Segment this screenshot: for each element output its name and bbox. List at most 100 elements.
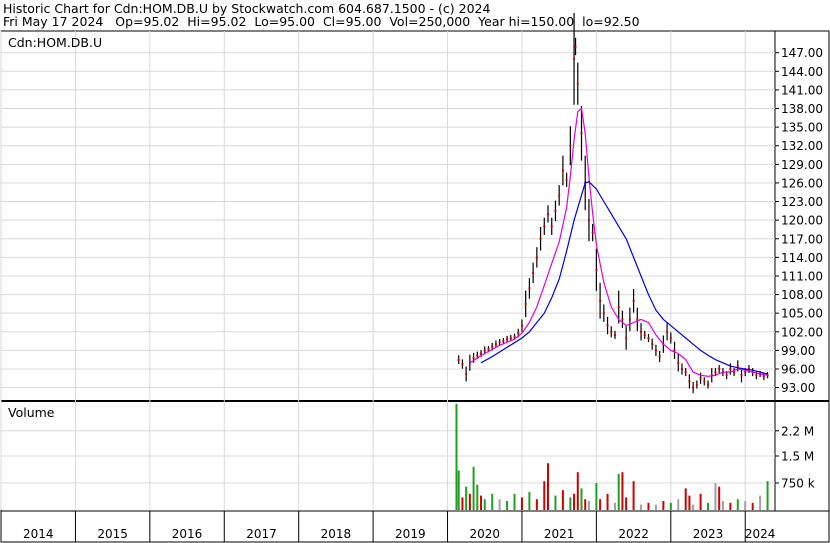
moving-average-line <box>480 181 768 375</box>
price-close-dot <box>472 356 475 359</box>
price-tick-label: 123.00 <box>781 195 823 209</box>
price-close-dot <box>617 305 620 308</box>
price-close-dot <box>591 231 594 234</box>
price-close-dot <box>543 225 546 228</box>
price-close-dot <box>599 299 602 302</box>
price-close-dot <box>647 336 650 339</box>
price-close-dot <box>561 169 564 172</box>
price-close-dot <box>528 287 531 290</box>
price-close-dot <box>476 354 479 357</box>
price-close-dot <box>558 194 561 197</box>
price-volume-chart: 147.00 144.00 141.00 138.00 135.00 132.00 129.… <box>0 13 830 543</box>
price-close-dot <box>654 349 657 352</box>
price-close-dot <box>524 302 527 305</box>
price-close-dot <box>729 367 732 370</box>
price-close-dot <box>506 338 509 341</box>
price-close-dot <box>680 367 683 370</box>
price-close-dot <box>457 358 460 361</box>
price-tick-label: 93.00 <box>781 381 815 395</box>
price-tick-label: 111.00 <box>781 269 823 283</box>
volume-tick-label: 2.2 M <box>781 424 814 438</box>
price-close-dot <box>699 377 702 380</box>
price-tick-label: 147.00 <box>781 46 823 60</box>
price-close-dot <box>461 363 464 366</box>
price-tick-label: 135.00 <box>781 121 823 135</box>
volume-axis-labels: 2.2 M 1.5 M 750 k <box>781 424 815 490</box>
price-close-dot <box>613 333 616 336</box>
price-close-dot <box>498 341 501 344</box>
year-label: 2014 <box>23 527 54 541</box>
year-label: 2018 <box>321 527 352 541</box>
price-close-dot <box>632 299 635 302</box>
price-close-dot <box>547 212 550 215</box>
price-tick-label: 117.00 <box>781 232 823 246</box>
price-close-dot <box>587 219 590 222</box>
price-tick-label: 114.00 <box>781 251 823 265</box>
year-axis-labels: 2014 2015 2016 2017 2018 2019 2020 2021 2022 2023… <box>23 527 775 541</box>
price-tick-label: 105.00 <box>781 307 823 321</box>
price-close-dot <box>573 57 576 60</box>
price-close-dot <box>628 318 631 321</box>
year-label: 2015 <box>97 527 128 541</box>
price-close-dot <box>602 312 605 315</box>
price-close-dot <box>483 349 486 352</box>
price-close-dot <box>550 225 553 228</box>
price-tick-label: 120.00 <box>781 214 823 228</box>
price-close-dot <box>755 374 758 377</box>
price-tick-label: 129.00 <box>781 158 823 172</box>
price-close-dot <box>643 333 646 336</box>
price-close-dot <box>574 45 577 48</box>
year-label: 2017 <box>246 527 277 541</box>
price-close-dot <box>684 371 687 374</box>
price-close-dot <box>640 330 643 333</box>
price-tick-label: 96.00 <box>781 362 815 376</box>
price-close-dot <box>718 367 721 370</box>
price-close-dot <box>491 345 494 348</box>
price-close-dot <box>487 348 490 351</box>
price-panel-title: Cdn:HOM.DB.U <box>8 35 102 50</box>
year-label: 2020 <box>469 527 500 541</box>
price-close-dot <box>707 383 710 386</box>
price-close-dot <box>621 318 624 321</box>
price-tick-label: 102.00 <box>781 325 823 339</box>
price-close-dot <box>625 336 628 339</box>
price-close-dot <box>606 324 609 327</box>
price-close-dot <box>714 371 717 374</box>
price-close-dot <box>658 355 661 358</box>
price-close-dot <box>695 383 698 386</box>
price-close-dot <box>651 343 654 346</box>
price-close-dot <box>677 361 680 364</box>
price-close-dot <box>688 380 691 383</box>
price-close-dot <box>580 132 583 135</box>
price-tick-label: 138.00 <box>781 102 823 116</box>
price-close-dot <box>595 268 598 271</box>
price-close-dot <box>666 330 669 333</box>
price-close-dot <box>692 386 695 389</box>
price-close-dot <box>565 178 568 181</box>
price-close-dot <box>502 340 505 343</box>
price-close-dot <box>520 324 523 327</box>
price-tick-label: 108.00 <box>781 288 823 302</box>
price-close-dot <box>480 352 483 355</box>
year-label: 2019 <box>395 527 426 541</box>
price-close-dot <box>465 372 468 375</box>
year-label: 2024 <box>745 527 776 541</box>
volume-tick-label: 1.5 M <box>781 450 814 464</box>
year-label: 2021 <box>544 527 575 541</box>
price-close-dot <box>744 371 747 374</box>
price-close-dot <box>569 144 572 147</box>
price-close-dot <box>539 237 542 240</box>
price-close-dot <box>703 380 706 383</box>
price-tick-label: 141.00 <box>781 83 823 97</box>
price-close-dot <box>669 336 672 339</box>
price-tick-label: 126.00 <box>781 176 823 190</box>
price-close-dot <box>762 375 765 378</box>
price-close-dot <box>725 374 728 377</box>
price-close-dot <box>513 335 516 338</box>
price-close-dot <box>494 343 497 346</box>
price-tick-label: 132.00 <box>781 139 823 153</box>
year-label: 2016 <box>172 527 203 541</box>
year-label: 2022 <box>618 527 649 541</box>
price-close-dot <box>535 256 538 259</box>
volume-bars <box>455 403 769 510</box>
